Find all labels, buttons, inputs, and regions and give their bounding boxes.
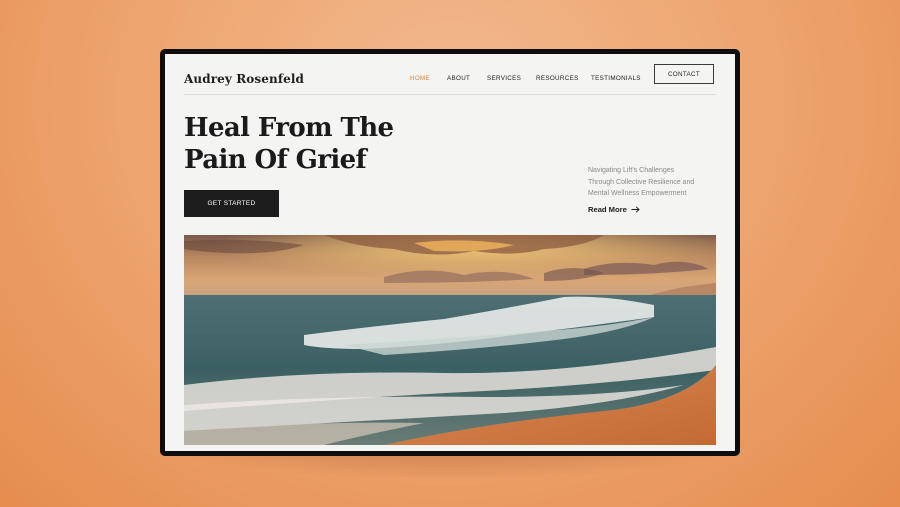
contact-button[interactable]: CONTACT bbox=[654, 64, 714, 84]
nav-item-about[interactable]: ABOUT bbox=[447, 75, 470, 82]
read-more-label: Read More bbox=[588, 205, 627, 214]
hero-beach-image bbox=[184, 235, 716, 445]
get-started-button[interactable]: GET STARTED bbox=[184, 190, 279, 217]
tagline-line-1: Navigating Lift's Challenges bbox=[588, 167, 675, 174]
nav-item-resources[interactable]: RESOURCES bbox=[536, 75, 579, 82]
read-more-link[interactable]: Read More bbox=[588, 205, 640, 214]
tagline-line-3: Mental Wellness Empowerment bbox=[588, 190, 687, 197]
arrow-right-icon bbox=[631, 206, 640, 213]
nav-item-testimonials[interactable]: TESTIMONIALS bbox=[591, 75, 641, 82]
website-screen: Audrey Rosenfeld HOME ABOUT SERVICES RES… bbox=[165, 54, 735, 451]
hero-title-line-1: Heal From The bbox=[184, 113, 394, 143]
nav-item-home[interactable]: HOME bbox=[410, 75, 430, 82]
hero-tagline: Navigating Lift's Challenges Through Col… bbox=[588, 165, 718, 200]
hero-title-line-2: Pain Of Grief bbox=[184, 145, 367, 175]
header-divider bbox=[184, 94, 716, 95]
site-logo[interactable]: Audrey Rosenfeld bbox=[184, 72, 304, 86]
nav-item-services[interactable]: SERVICES bbox=[487, 75, 521, 82]
device-frame: Audrey Rosenfeld HOME ABOUT SERVICES RES… bbox=[160, 49, 740, 456]
tagline-line-2: Through Collective Resilience and bbox=[588, 178, 695, 186]
hero-title: Heal From The Pain Of Grief bbox=[184, 112, 394, 176]
